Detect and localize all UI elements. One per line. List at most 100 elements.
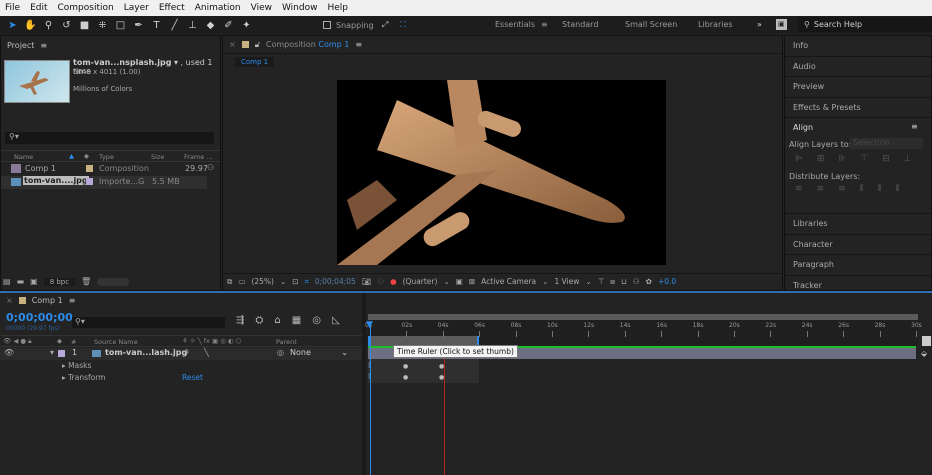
viewer-canvas[interactable] <box>337 80 666 265</box>
toggle-pixel-aspect-icon[interactable]: ⊤ <box>598 277 605 286</box>
col-frame-rate[interactable]: Frame ... <box>184 153 213 161</box>
menu-composition[interactable]: Composition <box>53 3 119 13</box>
expand-triangle-icon[interactable]: ▾ <box>50 348 54 357</box>
pan-behind-tool-icon[interactable]: ⁜ <box>96 20 109 31</box>
distribute-top-icon[interactable]: ≡ <box>795 184 803 194</box>
chevron-down-icon[interactable]: ⌄ <box>542 277 548 286</box>
distribute-right-icon[interactable]: ⦀ <box>896 184 900 194</box>
current-time-indicator[interactable] <box>370 322 371 475</box>
libraries-panel[interactable]: Libraries <box>785 214 931 235</box>
collapse-switch-icon[interactable]: ⚘ <box>183 348 190 357</box>
quality-switch-icon[interactable]: ╲ <box>204 348 209 357</box>
panel-menu-icon[interactable]: ≡ <box>355 40 362 49</box>
rotate-tool-icon[interactable]: ↺ <box>60 20 73 31</box>
align-top-icon[interactable]: ⊤ <box>860 154 868 164</box>
distribute-bottom-icon[interactable]: ≡ <box>838 184 846 194</box>
keyframe-dot[interactable]: ● <box>403 374 408 381</box>
align-to-dropdown[interactable]: Selection <box>850 138 923 149</box>
camera-tool-icon[interactable]: ■ <box>78 20 91 31</box>
views-dropdown[interactable]: 1 View <box>554 277 579 286</box>
info-panel[interactable]: Info <box>785 36 931 57</box>
flowchart-icon[interactable]: ⚇ <box>633 277 640 286</box>
project-row[interactable]: Comp 1 Composition 29.97 ⚇ <box>1 163 220 176</box>
toggle-transparency-icon[interactable]: ⊠ <box>469 277 475 286</box>
workspace-small-screen[interactable]: Small Screen <box>625 16 677 34</box>
reset-transform-link[interactable]: Reset <box>182 373 203 382</box>
project-search-input[interactable]: ⚲▾ <box>5 132 214 144</box>
menu-layer[interactable]: Layer <box>119 3 154 13</box>
transparency-grid-icon[interactable]: ⌗ <box>305 277 309 287</box>
draft-3d-icon[interactable]: ⛭ <box>255 315 263 326</box>
workspace-essentials[interactable]: Essentials <box>495 16 535 34</box>
puppet-tool-icon[interactable]: ✦ <box>240 20 253 31</box>
bpc-button[interactable]: 8 bpc <box>43 277 76 286</box>
magnification-dropdown[interactable]: (25%) <box>251 277 274 286</box>
frame-blending-icon[interactable]: ▦ <box>292 315 301 326</box>
menu-window[interactable]: Window <box>277 3 323 13</box>
distribute-left-icon[interactable]: ⦀ <box>860 184 864 194</box>
hand-tool-icon[interactable]: ✋ <box>24 20 37 31</box>
menu-edit[interactable]: Edit <box>25 3 52 13</box>
color-channels-icon[interactable]: ● <box>390 277 397 286</box>
timeline-tab[interactable]: Comp 1 <box>32 296 63 305</box>
col-type[interactable]: Type <box>99 153 114 161</box>
panel-menu-icon[interactable]: ≡ <box>911 122 918 131</box>
menu-file[interactable]: File <box>0 3 25 13</box>
timeline-icon[interactable]: ⊔ <box>621 277 627 286</box>
type-tool-icon[interactable]: T <box>150 20 163 31</box>
graph-editor-icon[interactable]: ◺ <box>332 315 340 326</box>
new-folder-icon[interactable]: ▬ <box>17 277 25 286</box>
new-composition-icon[interactable]: ▣ <box>30 277 38 286</box>
col-name[interactable]: Name <box>14 153 33 161</box>
snapping-checkbox[interactable] <box>323 21 331 29</box>
align-right-icon[interactable]: ⊪ <box>838 154 846 164</box>
roto-brush-tool-icon[interactable]: ✐ <box>222 20 235 31</box>
exposure-reset-icon[interactable]: ✿ <box>646 277 652 286</box>
show-snapshot-icon[interactable]: ⚇ <box>377 277 384 286</box>
expand-triangle-icon[interactable]: ▸ <box>62 361 66 370</box>
align-left-icon[interactable]: ⊫ <box>795 154 803 164</box>
workspace-libraries[interactable]: Libraries <box>698 16 733 34</box>
comp-button-icon[interactable]: ⬙ <box>921 349 927 358</box>
parent-dropdown[interactable]: None ⌄ <box>290 348 350 357</box>
current-time[interactable]: 0;00;04;05 <box>315 277 356 286</box>
align-bottom-icon[interactable]: ⊥ <box>904 154 912 164</box>
motion-blur-icon[interactable]: ◎ <box>312 315 321 326</box>
distribute-center-h-icon[interactable]: ⦀ <box>878 184 882 194</box>
label-tag-icon[interactable]: ◆ <box>84 152 89 160</box>
composition-mini-flowchart-icon[interactable]: ⇶ <box>236 315 244 326</box>
file-dropdown-icon[interactable]: ▾ <box>174 58 178 67</box>
camera-dropdown[interactable]: Active Camera <box>481 277 536 286</box>
menu-animation[interactable]: Animation <box>190 3 246 13</box>
scroll-thumb[interactable] <box>97 277 130 286</box>
layer-search-input[interactable]: ⚲▾ <box>72 317 225 328</box>
masks-property[interactable]: ▸ Masks <box>62 361 91 370</box>
zoom-tool-icon[interactable]: ⚲ <box>42 20 55 31</box>
transform-property[interactable]: ▸ Transform <box>62 373 105 382</box>
playhead-icon[interactable]: ▼ <box>366 320 373 330</box>
visibility-eye-icon[interactable]: 👁︎ <box>4 348 14 357</box>
trash-icon[interactable]: 🗑 <box>81 277 91 286</box>
project-row[interactable]: tom-van....jpg Importe...G 5.5 MB <box>1 176 207 189</box>
lock-icon[interactable]: 🔓︎ <box>255 40 260 50</box>
col-size[interactable]: Size <box>151 153 164 161</box>
align-center-v-icon[interactable]: ⊟ <box>882 154 890 164</box>
col-number[interactable]: # <box>71 338 76 346</box>
snapshot-icon[interactable]: 📷︎ <box>362 277 372 286</box>
resolution-dropdown[interactable]: (Quarter) <box>403 277 438 286</box>
audio-panel[interactable]: Audio <box>785 57 931 77</box>
layer-row[interactable]: 👁︎ ▾ 1 tom-van...lash.jpg ⚘ ╲ ◎ None ⌄ <box>0 348 362 360</box>
chevron-down-icon[interactable]: ⌄ <box>585 277 591 286</box>
pen-tool-icon[interactable]: ✒ <box>132 20 145 31</box>
sync-icon[interactable]: ▣ <box>776 19 787 30</box>
paragraph-panel[interactable]: Paragraph <box>785 255 931 276</box>
fast-previews-icon[interactable]: ▣ <box>456 277 463 286</box>
search-help-field[interactable]: ⚲ Search Help <box>798 17 932 32</box>
expand-triangle-icon[interactable]: ▸ <box>62 373 66 382</box>
layer-name[interactable]: tom-van...lash.jpg <box>105 348 187 357</box>
brush-tool-icon[interactable]: ╱ <box>168 20 181 31</box>
close-icon[interactable]: × <box>229 40 236 49</box>
shy-layers-icon[interactable]: ⌂ <box>274 315 280 326</box>
comp-tab[interactable]: Comp 1 <box>235 57 275 67</box>
align-center-h-icon[interactable]: ⊞ <box>817 154 825 164</box>
